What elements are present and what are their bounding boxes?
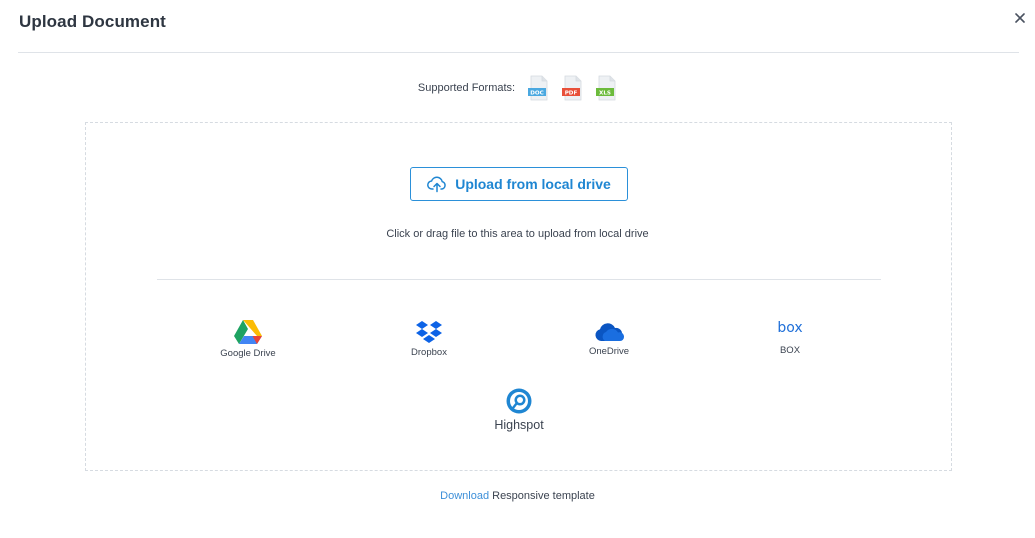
- highspot-option[interactable]: Highspot: [459, 388, 579, 432]
- pdf-file-icon: PDF: [562, 75, 582, 101]
- xls-label: XLS: [599, 90, 611, 96]
- footer-text: Responsive template: [489, 490, 595, 502]
- dropbox-label: Dropbox: [411, 347, 447, 358]
- onedrive-option[interactable]: OneDrive: [549, 321, 669, 357]
- box-logo-text: box: [777, 320, 802, 336]
- upload-from-local-drive-button[interactable]: Upload from local drive: [410, 167, 628, 201]
- google-drive-option[interactable]: Google Drive: [188, 319, 308, 359]
- google-drive-icon: [234, 320, 262, 344]
- highspot-label: Highspot: [494, 418, 544, 432]
- doc-file-icon: DOC: [528, 75, 548, 101]
- drop-hint: Click or drag file to this area to uploa…: [386, 228, 649, 240]
- dropbox-icon: [416, 321, 442, 343]
- dialog-title: Upload Document: [19, 12, 166, 31]
- box-icon: box: [777, 320, 802, 336]
- xls-file-icon: XLS: [596, 75, 616, 101]
- doc-label: DOC: [530, 90, 544, 96]
- box-option[interactable]: box BOX: [730, 320, 850, 356]
- close-icon: [1015, 13, 1025, 23]
- section-divider: [157, 279, 881, 280]
- supported-formats-label: Supported Formats:: [417, 82, 516, 94]
- supported-formats: Supported Formats: DOC PDF XLS: [0, 75, 1035, 101]
- header-divider: [18, 52, 1019, 53]
- close-button[interactable]: [1010, 8, 1030, 28]
- box-label: BOX: [779, 345, 801, 356]
- download-link[interactable]: Download: [440, 490, 489, 502]
- upload-button-label: Upload from local drive: [455, 176, 611, 192]
- highspot-icon: [506, 388, 532, 414]
- pdf-label: PDF: [565, 90, 578, 96]
- cloud-upload-icon: [427, 176, 446, 193]
- footer: Download Responsive template: [0, 490, 1035, 502]
- google-drive-label: Google Drive: [220, 348, 276, 359]
- upload-document-dialog: Upload Document Supported Formats: DOC P…: [0, 0, 1035, 538]
- onedrive-label: OneDrive: [588, 346, 630, 357]
- dropbox-option[interactable]: Dropbox: [369, 320, 489, 358]
- onedrive-icon: [595, 323, 625, 341]
